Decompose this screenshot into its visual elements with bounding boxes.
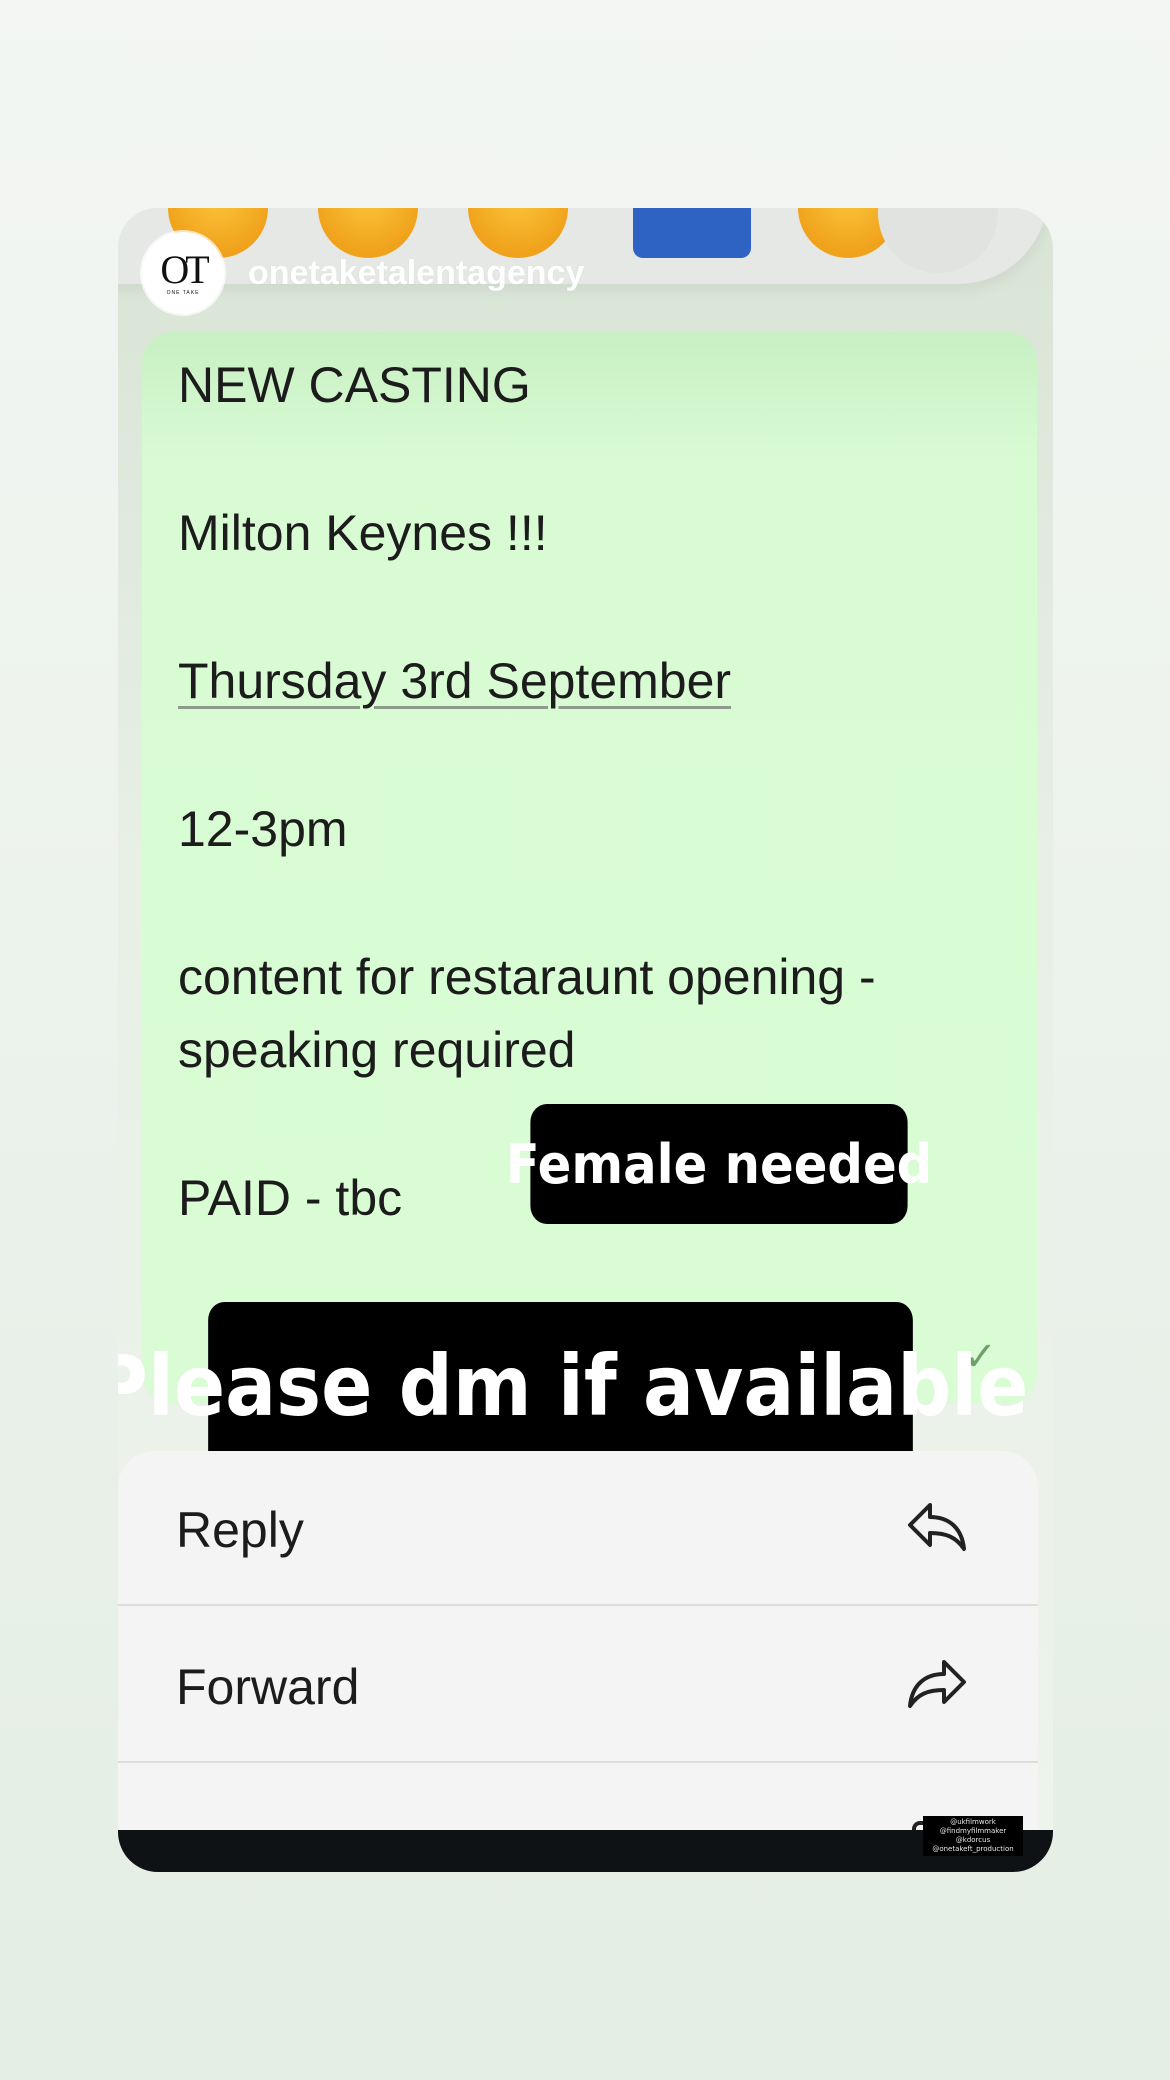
bottom-bar: @ukfilmwork @findmyfilmmaker @kdorcus @o… (118, 1816, 1053, 1872)
credits-sticker: @ukfilmwork @findmyfilmmaker @kdorcus @o… (923, 1816, 1023, 1856)
message-date-link[interactable]: Thursday 3rd September (178, 652, 731, 710)
message-bubble: NEW CASTING Milton Keynes !!! Thursday 3… (142, 332, 1037, 1404)
reply-arrow-icon (908, 1503, 966, 1551)
female-needed-sticker: Female needed (506, 1104, 932, 1224)
dm-available-sticker: Please dm if available (118, 1302, 1029, 1470)
message-line: Milton Keynes !!! (178, 505, 548, 561)
username[interactable]: onetaketalentagency (248, 254, 584, 293)
forward-menu-item[interactable]: Forward (118, 1608, 1038, 1763)
avatar[interactable]: OT ONE TAKE (142, 232, 224, 314)
forward-arrow-icon (908, 1660, 966, 1708)
message-line: 12-3pm (178, 801, 348, 857)
reply-menu-item[interactable]: Reply (118, 1451, 1038, 1606)
message-line: speaking required (178, 1022, 576, 1078)
message-line: content for restaraunt opening - (178, 949, 876, 1005)
credit-line: @kdorcus (955, 1836, 991, 1844)
action-menu: Reply Forward (118, 1451, 1038, 1851)
logo-mark: OT (160, 247, 209, 292)
folded-hands-icon[interactable] (633, 208, 751, 258)
logo-sub: ONE TAKE (166, 290, 200, 296)
message-line: PAID - tbc (178, 1170, 403, 1226)
credit-line: @onetakeft_production (932, 1845, 1014, 1853)
forward-label: Forward (176, 1659, 360, 1715)
message-line: NEW CASTING (178, 357, 531, 413)
more-reactions-button[interactable] (878, 208, 998, 273)
profile-header[interactable]: OT ONE TAKE onetaketalentagency (142, 232, 584, 314)
story-card: OT ONE TAKE onetaketalentagency NEW CAST… (118, 208, 1053, 1872)
reply-label: Reply (176, 1502, 304, 1558)
credit-line: @ukfilmwork @findmyfilmmaker (939, 1818, 1007, 1835)
